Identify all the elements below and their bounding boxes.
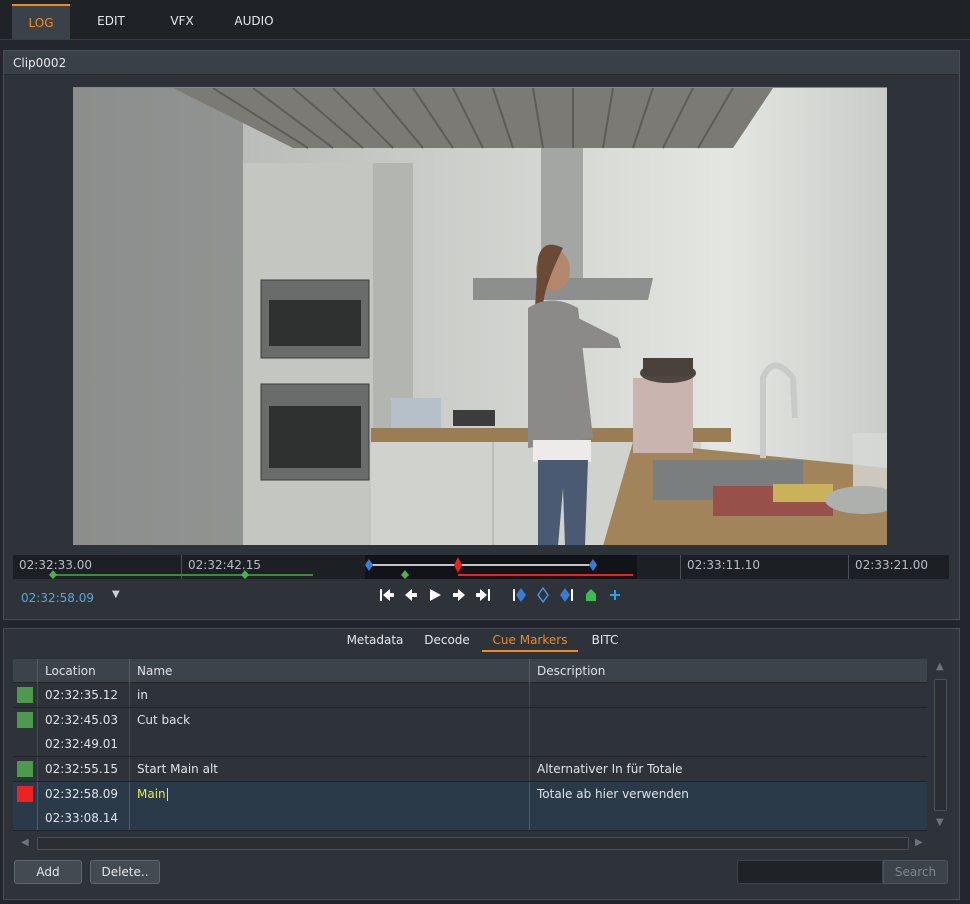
marker-button[interactable] [532,584,554,606]
go-to-end-button[interactable] [472,584,494,606]
add-button[interactable]: Add [14,860,82,884]
step-forward-icon [453,589,465,601]
vertical-scrollbar[interactable]: ▲ ▼ [931,659,949,831]
marker-description[interactable]: Totale ab hier verwenden [529,782,927,806]
go-to-start-button[interactable] [376,584,398,606]
marker-description[interactable] [529,708,927,732]
table-row[interactable]: 02:32:35.12 in [13,683,927,708]
kitchen-scene-image [73,88,887,545]
marker-color-swatch[interactable] [17,761,33,777]
play-button[interactable] [424,584,446,606]
tab-edit[interactable]: EDIT [80,4,142,39]
search-input[interactable] [737,860,883,884]
set-out-marker-icon [560,588,573,602]
marker-color-swatch[interactable] [17,687,33,703]
marker-name[interactable]: Cut back [129,708,529,732]
marker-location: 02:32:55.15 [37,757,129,781]
marker-name-edit-field[interactable]: Main [129,782,529,806]
marker-location: 02:32:35.12 [37,683,129,707]
column-header-location[interactable]: Location [37,659,129,683]
timeline-in-point-icon [365,559,373,571]
video-frame[interactable] [73,87,887,545]
transport-controls [376,584,626,606]
marker-location: 02:32:45.03 [37,708,129,732]
marker-name: Main [137,787,166,801]
marker-name[interactable]: Start Main alt [129,757,529,781]
scroll-down-icon[interactable]: ▼ [936,817,944,828]
marker-icon [537,587,549,603]
scroll-left-icon[interactable]: ◀ [21,837,29,848]
table-row[interactable]: 02:32:55.15 Start Main alt Alternativer … [13,757,927,782]
marker-color-swatch[interactable] [17,712,33,728]
top-tab-bar: LOG EDIT VFX AUDIO [0,0,970,40]
timecode-dropdown-icon[interactable]: ▼ [112,589,120,600]
play-icon [430,589,441,601]
horizontal-scroll-track[interactable] [37,837,909,850]
tab-bitc[interactable]: BITC [582,631,628,652]
timeline-marker-in [49,570,57,579]
color-column-header [13,659,37,683]
marker-end-location: 02:32:49.01 [37,732,129,756]
go-to-end-icon [476,589,490,601]
timeline-playhead [454,557,462,573]
tab-cue-markers[interactable]: Cue Markers [482,631,578,652]
clip-name: Clip0002 [4,51,959,75]
delete-button[interactable]: Delete.. [90,860,160,884]
marker-description[interactable]: Alternativer In für Totale [529,757,927,781]
clip-viewer-panel: Clip0002 02:32:33.00 02:32:42.15 02:33:1… [3,50,960,620]
bottom-tab-bar: Metadata Decode Cue Markers BITC [4,629,959,653]
column-header-name[interactable]: Name [129,659,529,683]
marker-name[interactable]: in [129,683,529,707]
step-back-icon [405,589,417,601]
table-header: Location Name Description [13,659,927,683]
add-marker-icon [610,590,620,600]
set-out-marker-button[interactable] [556,584,578,606]
tab-log[interactable]: LOG [12,4,70,39]
cue-markers-panel: Metadata Decode Cue Markers BITC Locatio… [3,628,960,900]
table-row-selected[interactable]: 02:32:58.09 Main Totale ab hier verwende… [13,782,927,831]
go-to-start-icon [380,589,394,601]
tab-metadata[interactable]: Metadata [340,631,410,652]
timeline-markers [49,557,633,579]
table-row[interactable]: 02:32:45.03 Cut back 02:32:49.01 [13,708,927,757]
scroll-right-icon[interactable]: ▶ [915,837,923,848]
horizontal-scrollbar[interactable]: ◀ ▶ [13,835,927,851]
marker-description[interactable] [529,683,927,707]
text-caret [166,788,168,801]
cue-markers-table: Location Name Description 02:32:35.12 in… [13,659,927,831]
column-header-description[interactable]: Description [529,659,927,683]
timeline-marker-cut [241,570,249,579]
add-marker-button[interactable] [604,584,626,606]
step-back-button[interactable] [400,584,422,606]
timeline-scrubber[interactable]: 02:32:33.00 02:32:42.15 02:33:11.10 02:3… [13,555,949,579]
vertical-scroll-track[interactable] [934,679,947,811]
timeline-out-point-icon [589,559,597,571]
timeline-marker-alt [401,570,409,579]
set-in-marker-button[interactable] [508,584,530,606]
marker-location: 02:32:58.09 [37,782,129,806]
tab-decode[interactable]: Decode [416,631,478,652]
marker-color-swatch[interactable] [17,786,33,802]
current-timecode[interactable]: 02:32:58.09 [21,591,94,605]
search-button[interactable]: Search [883,860,948,884]
tab-vfx[interactable]: VFX [152,4,212,39]
cue-marker-button[interactable] [580,584,602,606]
marker-end-location: 02:33:08.14 [37,806,129,830]
cue-marker-icon [586,589,596,601]
tab-audio[interactable]: AUDIO [222,4,286,39]
step-forward-button[interactable] [448,584,470,606]
set-in-marker-icon [513,588,526,602]
scroll-up-icon[interactable]: ▲ [936,661,944,672]
